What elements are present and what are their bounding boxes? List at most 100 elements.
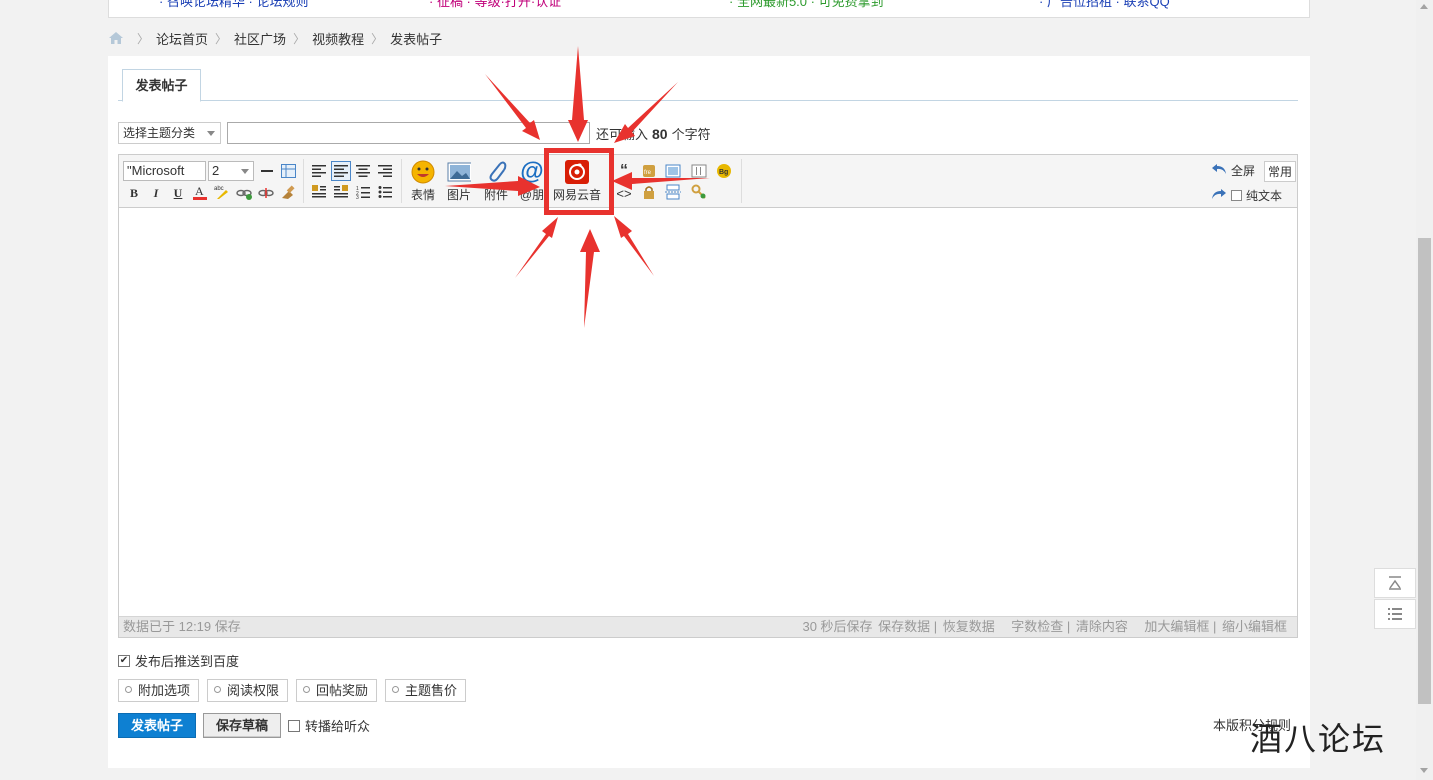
mention-label: @朋 [519,188,545,202]
smiley-icon [411,160,435,184]
password-key-icon[interactable] [690,183,708,201]
page-scrollbar[interactable] [1416,0,1433,780]
redo-icon [1211,188,1227,203]
plaintext-label: 纯文本 [1246,189,1283,203]
mention-friend-button[interactable]: @ @朋 [514,158,550,203]
plaintext-toggle[interactable]: 纯文本 [1211,187,1282,204]
top-banner: · 召唤论坛精华 · 论坛规则 · 征稿 · 等级·打开·认证 · 全网最新5.… [108,0,1310,18]
banner-link[interactable]: · 召唤论坛精华 · 论坛规则 [159,0,309,10]
word-check-link[interactable]: 字数检查 [1011,619,1063,634]
saved-status: 数据已于 12:19 保存 [123,619,241,634]
netease-music-label: 网易云音 [552,188,601,202]
repost-label: 转播给听众 [305,719,371,734]
video-icon[interactable] [664,162,682,180]
attachment-button[interactable]: 附件 [478,160,514,203]
font-family-select[interactable]: "Microsoft [123,161,206,181]
save-data-link[interactable]: 保存数据 [878,619,930,634]
free-tag-icon[interactable]: fre [640,162,658,180]
align-center-icon[interactable] [354,162,372,180]
chevron-down-icon [207,131,215,136]
clear-format-icon[interactable] [279,183,297,201]
topic-category-select[interactable]: 选择主题分类 [118,122,221,144]
svg-text:Bg: Bg [719,169,728,176]
font-size-select[interactable]: 2 [208,161,254,181]
tab-new-post[interactable]: 发表帖子 [122,69,201,102]
reply-reward-button[interactable]: 回帖奖励 [296,679,378,702]
code-icon[interactable]: <> [615,184,633,202]
autosave-countdown: 30 秒后保存 [802,619,873,634]
push-baidu-option[interactable]: ✔ 发布后推送到百度 [118,651,239,670]
tab-bar-line [118,100,1298,101]
read-permission-button[interactable]: 阅读权限 [207,679,289,702]
editor-statusbar: 数据已于 12:19 保存 30 秒后保存 保存数据 | 恢复数据 字数检查 |… [119,616,1297,637]
banner-link[interactable]: · 广告位招租 · 联系QQ [1039,0,1170,10]
site-watermark: 酒八论坛 [1250,720,1387,758]
breadcrumb-separator: 〉 [215,31,228,46]
page-icon[interactable] [690,162,708,180]
unlink-icon[interactable] [257,183,275,201]
plaintext-checkbox[interactable] [1231,190,1242,201]
banner-link[interactable]: · 全网最新5.0 · 可免费拿到 [729,0,884,10]
svg-text:A: A [195,184,204,198]
topic-price-button[interactable]: 主题售价 [385,679,467,702]
font-size-value: 2 [212,163,220,178]
highlight-icon[interactable]: abc [213,183,231,201]
push-baidu-label: 发布后推送到百度 [135,654,240,669]
image-button[interactable]: 图片 [441,160,477,203]
common-toggle-button[interactable]: 常用 [1264,161,1297,182]
save-draft-button[interactable]: 保存草稿 [203,713,281,738]
scrollbar-thumb[interactable] [1418,238,1431,704]
extra-options-button[interactable]: 附加选项 [118,679,200,702]
shrink-editor-link[interactable]: 缩小编辑框 [1222,619,1287,634]
page-break-icon[interactable] [664,183,682,201]
breadcrumb-forum-home[interactable]: 论坛首页 [156,29,208,48]
unordered-list-icon[interactable] [376,183,394,201]
align-justify-icon[interactable] [331,161,351,181]
bold-icon[interactable]: B [125,184,143,202]
remain-prefix: 还可输入 [596,127,649,142]
breadcrumb-separator: 〉 [371,31,384,46]
align-right-icon[interactable] [376,162,394,180]
float-right-icon[interactable] [332,183,350,201]
subject-input[interactable] [227,122,590,144]
enlarge-editor-link[interactable]: 加大编辑框 [1144,619,1209,634]
breadcrumb-separator: 〉 [137,31,150,46]
horizontal-rule-icon[interactable] [258,162,276,180]
repost-option[interactable]: 转播给听众 [288,716,370,735]
submit-post-button[interactable]: 发表帖子 [118,713,196,738]
undo-icon [1211,163,1227,178]
clear-content-link[interactable]: 清除内容 [1076,619,1128,634]
repost-checkbox[interactable] [288,719,300,732]
scroll-up-icon[interactable] [1420,4,1428,9]
background-color-icon[interactable]: Bg [715,162,733,180]
underline-icon[interactable]: U [169,184,187,202]
push-baidu-checkbox[interactable]: ✔ [118,654,130,667]
attachment-label: 附件 [483,188,508,202]
table-icon[interactable] [279,162,297,180]
back-to-top-button[interactable] [1374,568,1416,598]
emoji-button[interactable]: 表情 [405,160,441,203]
restore-data-link[interactable]: 恢复数据 [943,619,995,634]
italic-icon[interactable]: I [147,184,165,202]
float-left-icon[interactable] [310,183,328,201]
home-icon[interactable] [108,31,124,45]
font-color-icon[interactable]: A [191,183,209,201]
breadcrumb-video-tutorials[interactable]: 视频教程 [312,29,364,48]
netease-music-icon [565,160,589,184]
breadcrumb-separator: 〉 [293,31,306,46]
hide-content-icon[interactable] [640,183,658,201]
breadcrumb-new-post: 发表帖子 [390,31,443,47]
fullscreen-button[interactable]: 全屏 [1211,162,1255,179]
align-left-icon[interactable] [310,162,328,180]
breadcrumb-community[interactable]: 社区广场 [234,29,286,48]
link-icon[interactable] [235,183,253,201]
netease-music-button[interactable]: 网易云音 [550,160,604,203]
list-view-button[interactable] [1374,599,1416,629]
ordered-list-icon[interactable]: 123 [354,183,372,201]
scroll-down-icon[interactable] [1420,768,1428,773]
banner-link[interactable]: · 征稿 · 等级·打开·认证 [429,0,561,10]
toolbar-divider [303,159,304,203]
quote-icon[interactable]: “ [615,162,633,180]
statusbar-actions: 30 秒后保存 保存数据 | 恢复数据 字数检查 | 清除内容 加大编辑框 | … [802,619,1287,634]
fullscreen-label: 全屏 [1231,164,1256,178]
